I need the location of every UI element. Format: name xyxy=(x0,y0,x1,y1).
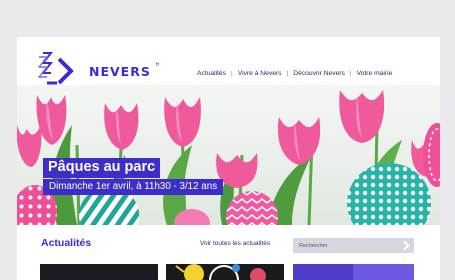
nav-item-decouvrir-nevers[interactable]: Découvrir Nevers xyxy=(293,70,345,77)
nav-separator: | xyxy=(349,70,352,77)
page: NEVERS fr Actualités | Vivre à Nevers | … xyxy=(17,37,440,280)
nevers-logo-icon[interactable] xyxy=(37,51,81,87)
site-name-suffix: fr xyxy=(156,62,160,68)
site-header: NEVERS fr Actualités | Vivre à Nevers | … xyxy=(17,37,440,85)
nav-item-vivre-a-nevers[interactable]: Vivre à Nevers xyxy=(238,70,282,77)
news-card-image[interactable] xyxy=(40,264,158,280)
hero-banner[interactable]: Pâques au parc Dimanche 1er avril, à 11h… xyxy=(17,85,440,225)
news-card-image[interactable] xyxy=(166,264,284,280)
nav-item-actualites[interactable]: Actualités xyxy=(197,70,226,77)
search-input[interactable] xyxy=(293,238,398,253)
site-name[interactable]: NEVERS xyxy=(89,64,151,79)
hero-title[interactable]: Pâques au parc xyxy=(43,158,161,178)
hero-image xyxy=(17,90,440,225)
see-all-news-link[interactable]: Voir toutes les actualités xyxy=(200,240,270,247)
nav-separator: | xyxy=(231,70,233,77)
news-heading: Actualités xyxy=(41,237,92,249)
news-card-artwork xyxy=(175,264,266,280)
news-card-artwork xyxy=(293,264,414,280)
nav-item-votre-mairie[interactable]: Votre mairie xyxy=(357,70,393,77)
chevron-right-icon[interactable] xyxy=(400,240,412,251)
nav-separator: | xyxy=(286,70,289,77)
search-box xyxy=(293,238,414,253)
main-nav: Actualités | Vivre à Nevers | Découvrir … xyxy=(197,70,392,77)
news-card-image[interactable] xyxy=(293,264,414,280)
hero-subtitle: Dimanche 1er avril, à 11h30 - 3/12 ans xyxy=(43,179,224,195)
